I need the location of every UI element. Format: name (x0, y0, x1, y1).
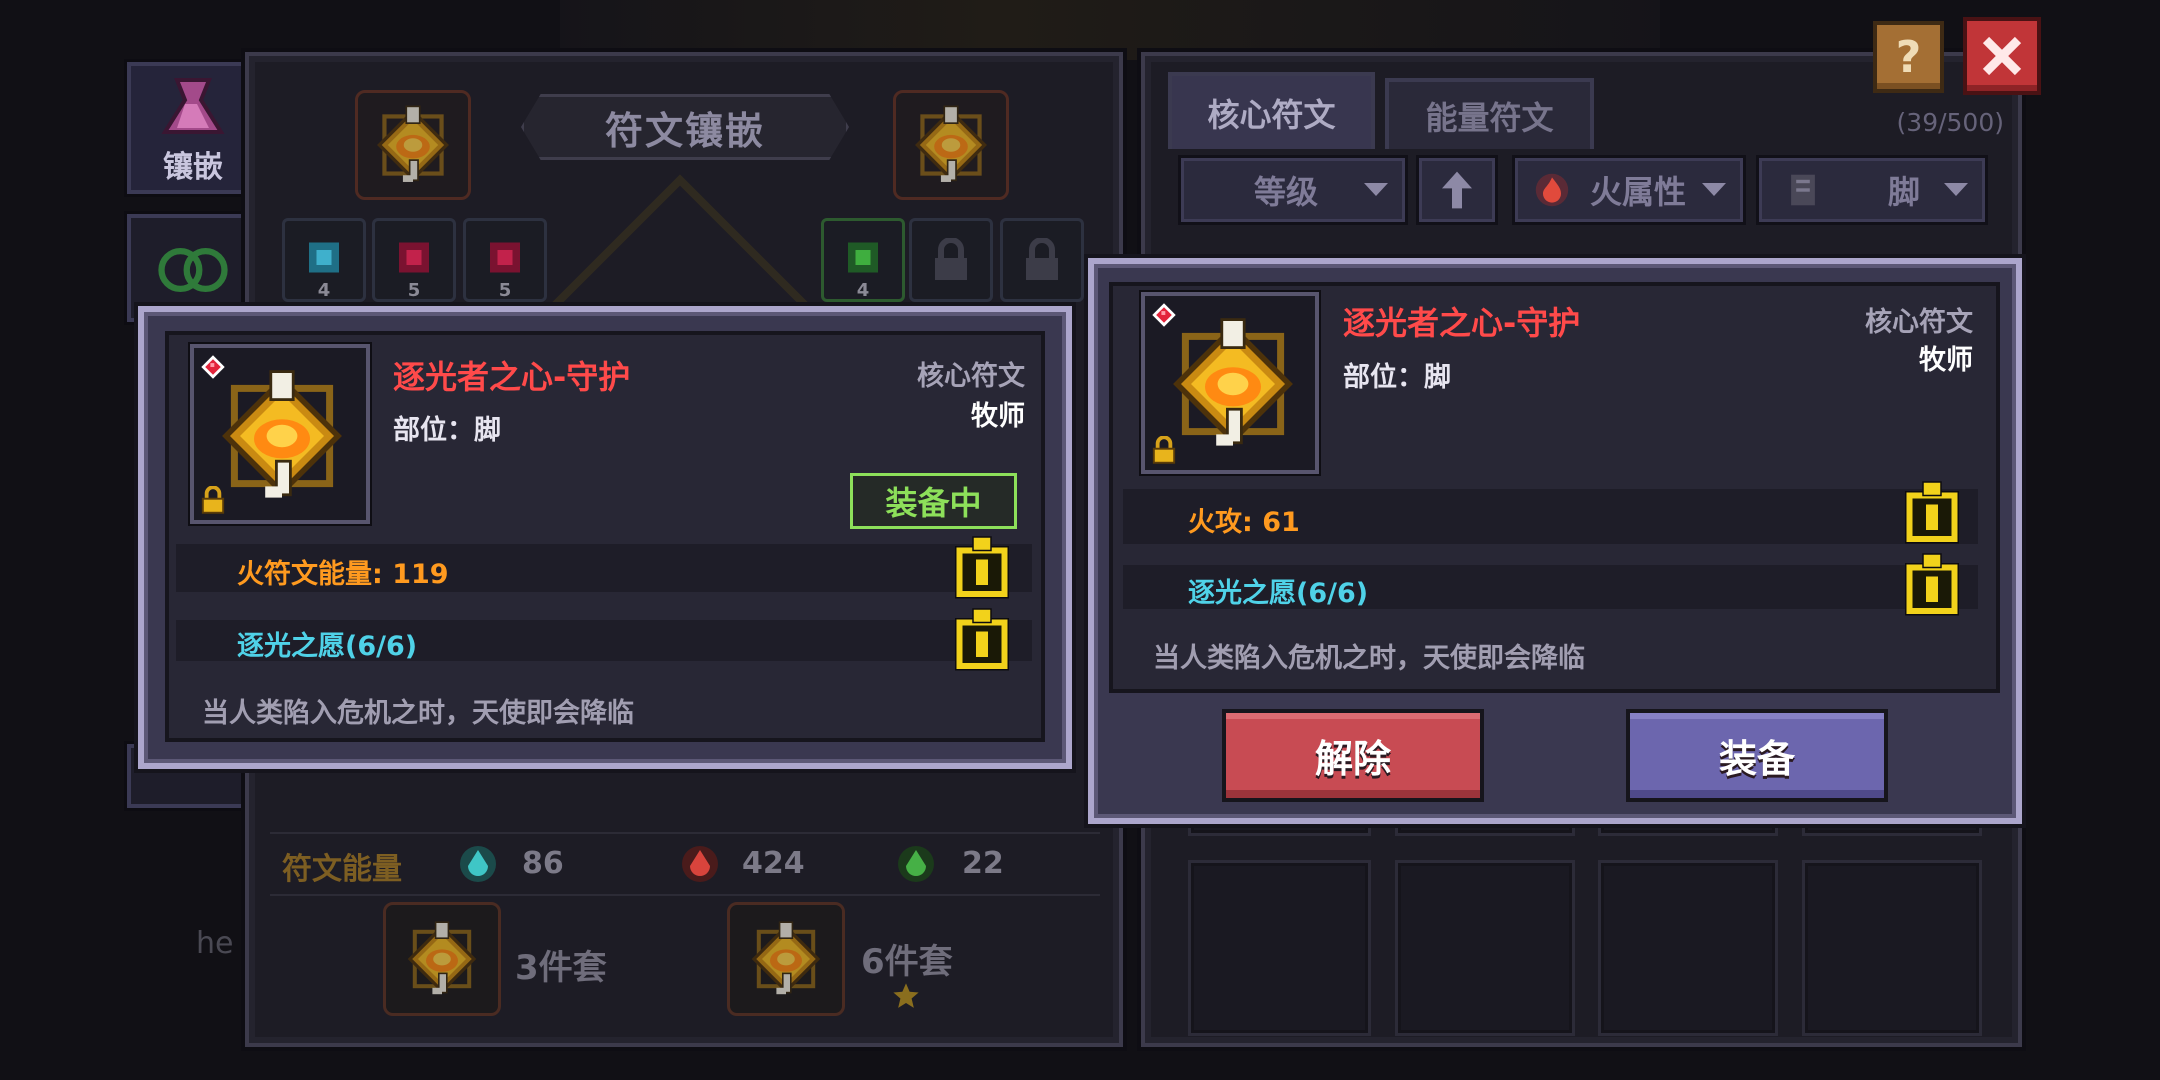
slot-level: 5 (498, 280, 512, 301)
rune-slot: 部位：脚 (1343, 362, 1451, 393)
background-text: he (196, 926, 234, 961)
red-rune-icon (399, 242, 429, 273)
rune-name: 逐光者之心-守护 (393, 358, 631, 396)
lock-toggle-icon[interactable] (951, 534, 1013, 600)
blue-rune-icon (309, 242, 339, 273)
set-bonus-6[interactable] (727, 902, 845, 1016)
core-rune-slot-2[interactable] (893, 90, 1009, 200)
rune-class: 牧师 (1919, 345, 1973, 376)
rune-icon-frame (190, 344, 370, 524)
fire-gem-icon (200, 354, 226, 380)
inventory-cell[interactable] (1598, 860, 1778, 1036)
energy-slot-1[interactable]: 4 (282, 218, 366, 302)
rune-type: 核心符文 (917, 361, 1025, 392)
fire-energy-icon (682, 846, 718, 882)
fire-icon (1535, 173, 1569, 207)
rune-description: 当人类陷入危机之时，天使即会降临 (1153, 643, 1585, 674)
set-3-label: 3件套 (515, 948, 607, 988)
rune-icon (746, 919, 826, 999)
tab-core-rune[interactable]: 核心符文 (1168, 72, 1375, 149)
rune-icon-frame (1141, 292, 1319, 474)
locked-icon (200, 486, 226, 514)
rune-slot: 部位：脚 (393, 415, 501, 446)
inventory-cell[interactable] (1395, 860, 1575, 1036)
energy-slot-2[interactable]: 5 (372, 218, 456, 302)
element-filter-label: 火属性 (1590, 173, 1687, 211)
green-rune-icon (848, 242, 878, 273)
stat-text: 逐光之愿(6/6) (237, 631, 418, 662)
selected-rune-tooltip: 逐光者之心-守护 部位：脚 核心符文 牧师 火攻: 61 逐光之愿(6/6) 当… (1088, 258, 2022, 824)
level-sort-label: 等级 (1254, 173, 1319, 211)
energy-slot-3[interactable]: 5 (463, 218, 547, 302)
inventory-cell[interactable] (1802, 860, 1982, 1036)
side-tab-inlay[interactable]: 镶嵌 (127, 62, 259, 194)
locked-icon (1151, 436, 1177, 464)
rune-icon (909, 103, 993, 187)
equipped-badge: 装备中 (850, 473, 1017, 529)
inventory-cell[interactable] (1188, 860, 1371, 1036)
slot-filter-dropdown[interactable]: 脚 (1759, 158, 1985, 222)
stat-text: 逐光之愿(6/6) (1188, 578, 1369, 609)
help-button[interactable]: ? (1873, 21, 1944, 93)
core-rune-slot-1[interactable] (355, 90, 471, 200)
energy-slot-4[interactable]: 4 (821, 218, 905, 302)
rune-ring-icon (158, 247, 228, 293)
side-tab-label: 镶嵌 (163, 150, 223, 185)
fire-energy-value: 424 (742, 846, 805, 881)
rune-name: 逐光者之心-守护 (1343, 304, 1581, 342)
element-filter-dropdown[interactable]: 火属性 (1515, 158, 1743, 222)
water-energy-value: 86 (522, 846, 564, 881)
lock-toggle-icon[interactable] (1901, 479, 1963, 545)
rune-energy-row: 符文能量 86 424 22 (270, 832, 1100, 896)
stat-text: 火符文能量: 119 (237, 559, 449, 590)
lock-icon (1022, 238, 1062, 282)
red-rune-icon (490, 242, 520, 273)
inlay-icon (161, 78, 225, 134)
tab-energy-rune[interactable]: 能量符文 (1385, 78, 1594, 149)
set-bonus-3[interactable] (383, 902, 501, 1016)
stat-text: 火攻: 61 (1188, 507, 1300, 538)
nature-energy-value: 22 (962, 846, 1004, 881)
unequip-button[interactable]: 解除 (1222, 709, 1484, 802)
level-sort-dropdown[interactable]: 等级 (1181, 158, 1405, 222)
lock-toggle-icon[interactable] (951, 606, 1013, 672)
rune-icon (371, 103, 455, 187)
arrow-up-icon (1442, 171, 1472, 209)
rune-energy-label: 符文能量 (282, 852, 402, 887)
slot-filter-label: 脚 (1888, 173, 1921, 211)
sort-order-button[interactable] (1419, 158, 1495, 222)
chevron-down-icon (1702, 183, 1726, 196)
chevron-down-icon (1944, 183, 1968, 196)
slot-level: 5 (407, 280, 421, 301)
set-6-label: 6件套 (861, 942, 953, 982)
lock-icon (931, 238, 971, 282)
fire-gem-icon (1151, 302, 1177, 328)
rune-type: 核心符文 (1865, 307, 1973, 338)
rune-count: (39/500) (1896, 108, 2004, 137)
rune-icon (402, 919, 482, 999)
close-button[interactable] (1963, 17, 2041, 95)
water-energy-icon (460, 846, 496, 882)
rune-description: 当人类陷入危机之时，天使即会降临 (202, 698, 634, 729)
equip-button[interactable]: 装备 (1626, 709, 1888, 802)
lock-toggle-icon[interactable] (1901, 551, 1963, 617)
rune-class: 牧师 (971, 401, 1025, 432)
slot-level: 4 (856, 280, 870, 301)
game-background (560, 0, 1660, 60)
locked-slot-2[interactable] (1000, 218, 1084, 302)
chevron-down-icon (1364, 183, 1388, 196)
locked-slot-1[interactable] (909, 218, 993, 302)
inlay-title: 符文镶嵌 (521, 94, 849, 160)
nature-energy-icon (898, 846, 934, 882)
close-icon (1982, 36, 2022, 76)
slot-level: 4 (317, 280, 331, 301)
scroll-icon (1791, 174, 1815, 206)
star-icon (893, 983, 919, 1008)
rune-icon (212, 366, 352, 506)
equipped-rune-tooltip: 逐光者之心-守护 部位：脚 核心符文 牧师 装备中 火符文能量: 119 逐光之… (138, 306, 1072, 769)
rune-icon (1163, 314, 1303, 454)
